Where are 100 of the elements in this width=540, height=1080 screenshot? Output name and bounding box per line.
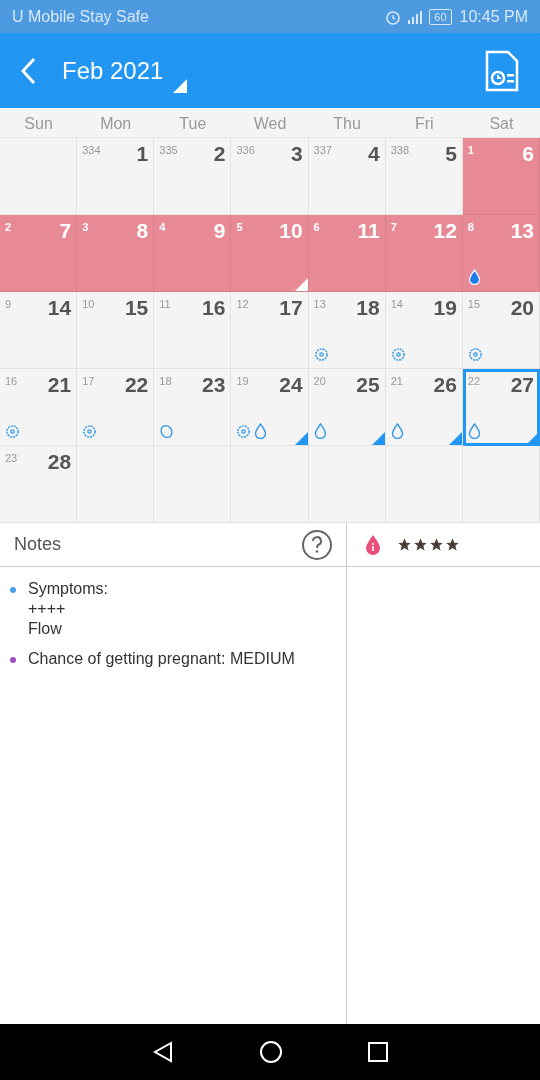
day-number: 15 [124, 295, 149, 321]
cycle-day: 5 [236, 219, 243, 236]
day-cell[interactable]: 16 21 [0, 369, 78, 446]
egg-icon [159, 424, 175, 439]
cycle-day: 19 [236, 373, 249, 390]
day-number: 21 [47, 372, 72, 398]
day-number: 2 [213, 141, 226, 167]
day-cell[interactable]: 334 1 [77, 138, 155, 215]
day-number: 5 [445, 141, 457, 167]
cycle-day: 336 [236, 142, 255, 159]
day-number: 6 [522, 141, 534, 167]
weekday-label: Fri [413, 114, 435, 134]
day-cell[interactable]: 13 18 [308, 292, 386, 369]
day-cell[interactable]: 23 28 [0, 446, 78, 523]
report-icon[interactable] [484, 49, 520, 92]
gear-icon [390, 347, 406, 362]
star-icon [397, 537, 412, 552]
cycle-day: 2 [5, 219, 12, 236]
weekday-label: Thu [332, 114, 362, 134]
cycle-day: 6 [313, 219, 320, 236]
day-number: 7 [59, 218, 72, 244]
cycle-day: 8 [467, 219, 474, 236]
cycle-day: 3 [82, 219, 89, 236]
day-cell[interactable]: 9 14 [0, 292, 78, 369]
day-cell[interactable]: 15 20 [462, 292, 540, 369]
day-cell[interactable]: 17 22 [77, 369, 155, 446]
cycle-day: 338 [390, 142, 410, 159]
weekday-label: Mon [99, 114, 133, 134]
drop-icon [254, 423, 268, 439]
day-number: 28 [47, 449, 72, 475]
help-icon[interactable] [302, 529, 332, 560]
cycle-day: 18 [159, 373, 172, 390]
drop-icon [313, 423, 327, 439]
gear-icon [5, 424, 20, 439]
gear-icon [82, 424, 98, 439]
cycle-day: 4 [159, 219, 166, 236]
alarm-icon [385, 8, 402, 25]
day-number: 13 [510, 218, 534, 244]
note-text: Chance of getting pregnant: MEDIUM [28, 649, 295, 669]
day-number: 4 [368, 141, 380, 167]
day-number: 24 [279, 372, 303, 398]
cycle-day: 12 [236, 296, 249, 313]
day-number: 3 [290, 141, 303, 167]
back-nav-icon[interactable] [152, 1041, 175, 1063]
cycle-day: 20 [313, 373, 326, 390]
day-number: 26 [433, 372, 457, 398]
dropdown-triangle-icon [173, 78, 188, 93]
day-number: 11 [357, 218, 380, 244]
day-cell[interactable]: 335 2 [154, 138, 232, 215]
recents-nav-icon[interactable] [367, 1042, 388, 1062]
carrier-name: U Mobile Stay Safe [12, 6, 149, 27]
battery-indicator: 60 [429, 8, 452, 25]
day-number: 27 [510, 372, 534, 398]
cycle-day: 16 [5, 373, 18, 390]
day-cell[interactable]: 337 4 [308, 138, 386, 215]
day-cell[interactable]: 11 16 [154, 292, 232, 369]
day-cell[interactable]: 20 25 [308, 369, 386, 446]
drop-icon [467, 269, 481, 285]
weekday-label: Wed [252, 114, 288, 134]
cycle-day: 337 [313, 142, 332, 159]
signal-icon [407, 8, 424, 25]
day-cell[interactable]: 18 23 [154, 369, 232, 446]
star-icon [413, 537, 428, 552]
weekday-label: Sun [23, 114, 54, 134]
day-cell[interactable]: 12 17 [231, 292, 309, 369]
day-cell[interactable]: 10 15 [77, 292, 155, 369]
day-number: 14 [47, 295, 72, 321]
cycle-day: 1 [467, 142, 474, 159]
cycle-day: 22 [467, 373, 481, 390]
day-number: 10 [279, 218, 303, 244]
gear-icon [236, 424, 252, 439]
cycle-day: 21 [390, 373, 403, 390]
notes-title: Notes [14, 533, 62, 556]
blood-drop-icon [365, 534, 381, 555]
day-cell[interactable]: 22 27 [462, 369, 540, 446]
clock: 10:45 PM [459, 6, 528, 27]
note-text: Symptoms: ++++ Flow [28, 579, 108, 639]
day-cell[interactable]: 14 19 [385, 292, 463, 369]
day-cell[interactable]: 338 5 [385, 138, 463, 215]
day-number: 18 [356, 295, 380, 321]
cycle-day: 15 [467, 296, 481, 313]
gear-icon [467, 347, 483, 362]
star-icon [445, 537, 460, 552]
day-number: 9 [213, 218, 226, 244]
drop-icon [390, 423, 404, 439]
day-number: 22 [124, 372, 149, 398]
day-number: 20 [510, 295, 534, 321]
day-number: 23 [202, 372, 226, 398]
day-number: 12 [433, 218, 457, 244]
day-number: 1 [136, 141, 149, 167]
day-number: 17 [279, 295, 303, 321]
home-nav-icon[interactable] [259, 1040, 283, 1064]
day-cell[interactable]: 21 26 [385, 369, 463, 446]
day-number: 19 [433, 295, 457, 321]
day-cell[interactable]: 336 3 [231, 138, 309, 215]
day-cell[interactable]: 19 24 [231, 369, 309, 446]
cycle-day: 335 [159, 142, 178, 159]
drop-icon [467, 423, 481, 439]
day-number: 8 [136, 218, 149, 244]
cycle-day: 9 [5, 296, 12, 313]
